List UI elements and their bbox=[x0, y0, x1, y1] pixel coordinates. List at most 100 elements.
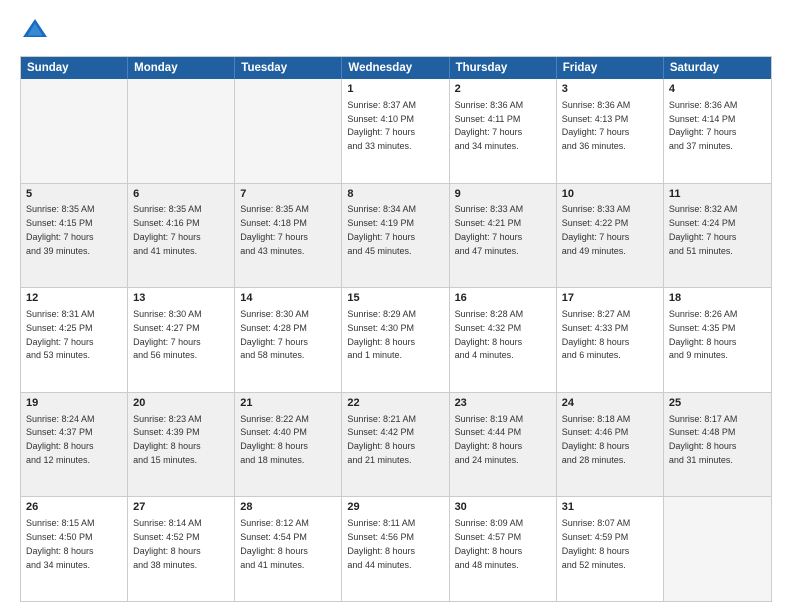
cell-info: Sunrise: 8:24 AM Sunset: 4:37 PM Dayligh… bbox=[26, 414, 95, 465]
cell-info: Sunrise: 8:36 AM Sunset: 4:14 PM Dayligh… bbox=[669, 100, 738, 151]
day-number: 24 bbox=[562, 396, 658, 411]
cell-info: Sunrise: 8:35 AM Sunset: 4:16 PM Dayligh… bbox=[133, 204, 202, 255]
cell-info: Sunrise: 8:11 AM Sunset: 4:56 PM Dayligh… bbox=[347, 518, 415, 569]
calendar-cell-w2d0: 12Sunrise: 8:31 AM Sunset: 4:25 PM Dayli… bbox=[21, 288, 128, 392]
cell-info: Sunrise: 8:09 AM Sunset: 4:57 PM Dayligh… bbox=[455, 518, 524, 569]
calendar-cell-w4d2: 28Sunrise: 8:12 AM Sunset: 4:54 PM Dayli… bbox=[235, 497, 342, 601]
cell-info: Sunrise: 8:22 AM Sunset: 4:40 PM Dayligh… bbox=[240, 414, 309, 465]
cell-info: Sunrise: 8:30 AM Sunset: 4:27 PM Dayligh… bbox=[133, 309, 202, 360]
cell-info: Sunrise: 8:29 AM Sunset: 4:30 PM Dayligh… bbox=[347, 309, 416, 360]
calendar-cell-w4d4: 30 Sunrise: 8:09 AM Sunset: 4:57 PM Dayli… bbox=[450, 497, 557, 601]
day-number: 29 bbox=[347, 500, 443, 515]
cell-info: Sunrise: 8:35 AM Sunset: 4:15 PM Dayligh… bbox=[26, 204, 95, 255]
calendar-row-4: 26Sunrise: 8:15 AM Sunset: 4:50 PM Dayli… bbox=[21, 496, 771, 601]
cell-info: Sunrise: 8:35 AM Sunset: 4:18 PM Dayligh… bbox=[240, 204, 309, 255]
day-number: 31 bbox=[562, 500, 658, 515]
calendar-cell-w0d1 bbox=[128, 79, 235, 183]
header-day-monday: Monday bbox=[128, 57, 235, 79]
header-day-sunday: Sunday bbox=[21, 57, 128, 79]
calendar-cell-w3d0: 19Sunrise: 8:24 AM Sunset: 4:37 PM Dayli… bbox=[21, 393, 128, 497]
cell-info: Sunrise: 8:33 AM Sunset: 4:22 PM Dayligh… bbox=[562, 204, 631, 255]
calendar-cell-w3d6: 25 Sunrise: 8:17 AM Sunset: 4:48 PM Dayli… bbox=[664, 393, 771, 497]
day-number: 14 bbox=[240, 291, 336, 306]
day-number: 20 bbox=[133, 396, 229, 411]
cell-info: Sunrise: 8:28 AM Sunset: 4:32 PM Dayligh… bbox=[455, 309, 524, 360]
calendar-cell-w1d5: 10 Sunrise: 8:33 AM Sunset: 4:22 PM Dayli… bbox=[557, 184, 664, 288]
calendar-cell-w3d2: 21 Sunrise: 8:22 AM Sunset: 4:40 PM Dayli… bbox=[235, 393, 342, 497]
calendar-cell-w3d4: 23 Sunrise: 8:19 AM Sunset: 4:44 PM Dayli… bbox=[450, 393, 557, 497]
day-number: 3 bbox=[562, 82, 658, 97]
calendar-cell-w2d6: 18 Sunrise: 8:26 AM Sunset: 4:35 PM Dayli… bbox=[664, 288, 771, 392]
day-number: 10 bbox=[562, 187, 658, 202]
day-number: 21 bbox=[240, 396, 336, 411]
calendar-row-3: 19Sunrise: 8:24 AM Sunset: 4:37 PM Dayli… bbox=[21, 392, 771, 497]
header-day-thursday: Thursday bbox=[450, 57, 557, 79]
day-number: 2 bbox=[455, 82, 551, 97]
calendar-cell-w1d6: 11 Sunrise: 8:32 AM Sunset: 4:24 PM Dayli… bbox=[664, 184, 771, 288]
day-number: 15 bbox=[347, 291, 443, 306]
cell-info: Sunrise: 8:32 AM Sunset: 4:24 PM Dayligh… bbox=[669, 204, 738, 255]
day-number: 6 bbox=[133, 187, 229, 202]
day-number: 28 bbox=[240, 500, 336, 515]
day-number: 26 bbox=[26, 500, 122, 515]
cell-info: Sunrise: 8:33 AM Sunset: 4:21 PM Dayligh… bbox=[455, 204, 524, 255]
cell-info: Sunrise: 8:30 AM Sunset: 4:28 PM Dayligh… bbox=[240, 309, 309, 360]
day-number: 5 bbox=[26, 187, 122, 202]
day-number: 8 bbox=[347, 187, 443, 202]
cell-info: Sunrise: 8:27 AM Sunset: 4:33 PM Dayligh… bbox=[562, 309, 631, 360]
cell-info: Sunrise: 8:21 AM Sunset: 4:42 PM Dayligh… bbox=[347, 414, 416, 465]
cell-info: Sunrise: 8:34 AM Sunset: 4:19 PM Dayligh… bbox=[347, 204, 416, 255]
day-number: 7 bbox=[240, 187, 336, 202]
calendar-cell-w2d1: 13 Sunrise: 8:30 AM Sunset: 4:27 PM Dayli… bbox=[128, 288, 235, 392]
cell-info: Sunrise: 8:18 AM Sunset: 4:46 PM Dayligh… bbox=[562, 414, 631, 465]
calendar-cell-w1d4: 9Sunrise: 8:33 AM Sunset: 4:21 PM Daylig… bbox=[450, 184, 557, 288]
cell-info: Sunrise: 8:37 AM Sunset: 4:10 PM Dayligh… bbox=[347, 100, 416, 151]
day-number: 13 bbox=[133, 291, 229, 306]
day-number: 22 bbox=[347, 396, 443, 411]
calendar: SundayMondayTuesdayWednesdayThursdayFrid… bbox=[20, 56, 772, 602]
day-number: 30 bbox=[455, 500, 551, 515]
cell-info: Sunrise: 8:26 AM Sunset: 4:35 PM Dayligh… bbox=[669, 309, 738, 360]
cell-info: Sunrise: 8:36 AM Sunset: 4:13 PM Dayligh… bbox=[562, 100, 631, 151]
calendar-cell-w0d4: 2 Sunrise: 8:36 AM Sunset: 4:11 PM Daylig… bbox=[450, 79, 557, 183]
calendar-header: SundayMondayTuesdayWednesdayThursdayFrid… bbox=[21, 57, 771, 79]
header-day-wednesday: Wednesday bbox=[342, 57, 449, 79]
calendar-cell-w1d0: 5 Sunrise: 8:35 AM Sunset: 4:15 PM Daylig… bbox=[21, 184, 128, 288]
calendar-cell-w2d4: 16 Sunrise: 8:28 AM Sunset: 4:32 PM Dayli… bbox=[450, 288, 557, 392]
calendar-cell-w1d3: 8 Sunrise: 8:34 AM Sunset: 4:19 PM Daylig… bbox=[342, 184, 449, 288]
header bbox=[20, 16, 772, 46]
day-number: 12 bbox=[26, 291, 122, 306]
cell-info: Sunrise: 8:17 AM Sunset: 4:48 PM Dayligh… bbox=[669, 414, 738, 465]
header-day-tuesday: Tuesday bbox=[235, 57, 342, 79]
calendar-cell-w4d6 bbox=[664, 497, 771, 601]
day-number: 25 bbox=[669, 396, 766, 411]
day-number: 18 bbox=[669, 291, 766, 306]
cell-info: Sunrise: 8:07 AM Sunset: 4:59 PM Dayligh… bbox=[562, 518, 631, 569]
header-day-saturday: Saturday bbox=[664, 57, 771, 79]
calendar-cell-w4d0: 26Sunrise: 8:15 AM Sunset: 4:50 PM Dayli… bbox=[21, 497, 128, 601]
calendar-cell-w4d3: 29 Sunrise: 8:11 AM Sunset: 4:56 PM Dayli… bbox=[342, 497, 449, 601]
logo bbox=[20, 16, 54, 46]
day-number: 16 bbox=[455, 291, 551, 306]
day-number: 23 bbox=[455, 396, 551, 411]
calendar-cell-w0d6: 4 Sunrise: 8:36 AM Sunset: 4:14 PM Daylig… bbox=[664, 79, 771, 183]
calendar-cell-w0d3: 1 Sunrise: 8:37 AM Sunset: 4:10 PM Daylig… bbox=[342, 79, 449, 183]
calendar-cell-w3d5: 24 Sunrise: 8:18 AM Sunset: 4:46 PM Dayli… bbox=[557, 393, 664, 497]
cell-info: Sunrise: 8:23 AM Sunset: 4:39 PM Dayligh… bbox=[133, 414, 202, 465]
day-number: 11 bbox=[669, 187, 766, 202]
day-number: 27 bbox=[133, 500, 229, 515]
header-day-friday: Friday bbox=[557, 57, 664, 79]
cell-info: Sunrise: 8:19 AM Sunset: 4:44 PM Dayligh… bbox=[455, 414, 524, 465]
day-number: 17 bbox=[562, 291, 658, 306]
day-number: 4 bbox=[669, 82, 766, 97]
calendar-cell-w3d3: 22 Sunrise: 8:21 AM Sunset: 4:42 PM Dayli… bbox=[342, 393, 449, 497]
cell-info: Sunrise: 8:14 AM Sunset: 4:52 PM Dayligh… bbox=[133, 518, 202, 569]
cell-info: Sunrise: 8:36 AM Sunset: 4:11 PM Dayligh… bbox=[455, 100, 524, 151]
calendar-cell-w1d2: 7 Sunrise: 8:35 AM Sunset: 4:18 PM Daylig… bbox=[235, 184, 342, 288]
calendar-cell-w1d1: 6 Sunrise: 8:35 AM Sunset: 4:16 PM Daylig… bbox=[128, 184, 235, 288]
calendar-cell-w2d3: 15 Sunrise: 8:29 AM Sunset: 4:30 PM Dayli… bbox=[342, 288, 449, 392]
calendar-row-1: 5 Sunrise: 8:35 AM Sunset: 4:15 PM Daylig… bbox=[21, 183, 771, 288]
calendar-body: 1 Sunrise: 8:37 AM Sunset: 4:10 PM Daylig… bbox=[21, 79, 771, 601]
day-number: 1 bbox=[347, 82, 443, 97]
calendar-cell-w0d5: 3 Sunrise: 8:36 AM Sunset: 4:13 PM Daylig… bbox=[557, 79, 664, 183]
